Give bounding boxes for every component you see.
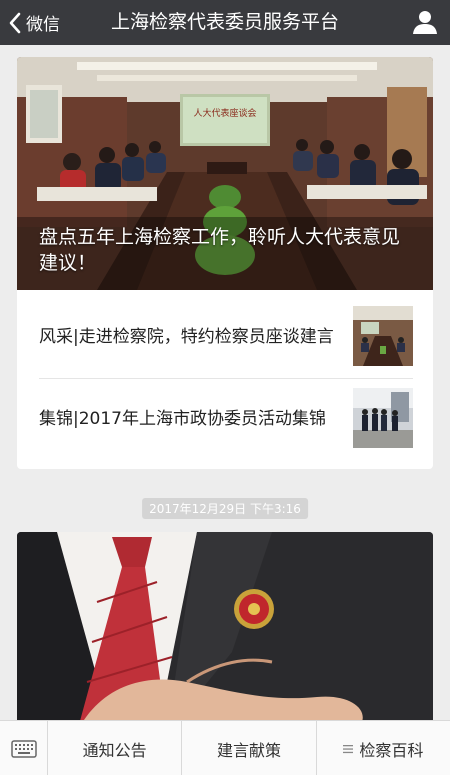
- menu-item-label: 通知公告: [82, 740, 147, 760]
- message-timestamp: 2017年12月29日 下午3:16: [142, 498, 308, 519]
- menu-item-notices[interactable]: 通知公告: [48, 721, 183, 775]
- article-cover-image: [17, 532, 433, 732]
- bottom-menu-bar: 通知公告 建言献策 检察百科: [0, 720, 450, 775]
- list-item-title: 集锦|2017年上海市政协委员活动集锦: [39, 409, 326, 429]
- person-icon[interactable]: [412, 9, 438, 35]
- chevron-left-icon: [9, 12, 21, 33]
- top-navbar: 微信 上海检察代表委员服务平台: [0, 0, 450, 45]
- keyboard-icon: [10, 739, 37, 758]
- divider: [39, 378, 413, 379]
- back-button[interactable]: 微信: [8, 0, 60, 45]
- list-item[interactable]: 风采|走进检察院，特约检察员座谈建言: [39, 306, 413, 368]
- hero-article-title: 盘点五年上海检察工作，聆听人大代表意见建议！: [39, 226, 401, 274]
- menu-item-encyclopedia[interactable]: 检察百科: [317, 721, 450, 775]
- menu-item-label: 建言献策: [216, 740, 281, 760]
- menu-item-label: 检察百科: [359, 740, 424, 760]
- back-label: 微信: [26, 15, 60, 35]
- article-card[interactable]: [17, 532, 433, 732]
- page-title: 上海检察代表委员服务平台: [110, 11, 339, 33]
- article-thumbnail: [353, 388, 413, 448]
- screen-banner-text: 人大代表座谈会: [193, 107, 256, 119]
- article-card: 人大代表座谈会 盘点五年上海检察工作，聆听人大代表意见建议！ 风采|走进检察院，…: [17, 57, 433, 469]
- hero-article[interactable]: 人大代表座谈会 盘点五年上海检察工作，聆听人大代表意见建议！: [17, 57, 433, 290]
- article-thumbnail: [353, 306, 413, 366]
- menu-lines-icon: [343, 744, 354, 753]
- menu-item-suggestions[interactable]: 建言献策: [182, 721, 317, 775]
- keyboard-toggle-button[interactable]: [0, 721, 48, 775]
- list-item-title: 风采|走进检察院，特约检察员座谈建言: [39, 327, 334, 347]
- list-item[interactable]: 集锦|2017年上海市政协委员活动集锦: [39, 388, 413, 450]
